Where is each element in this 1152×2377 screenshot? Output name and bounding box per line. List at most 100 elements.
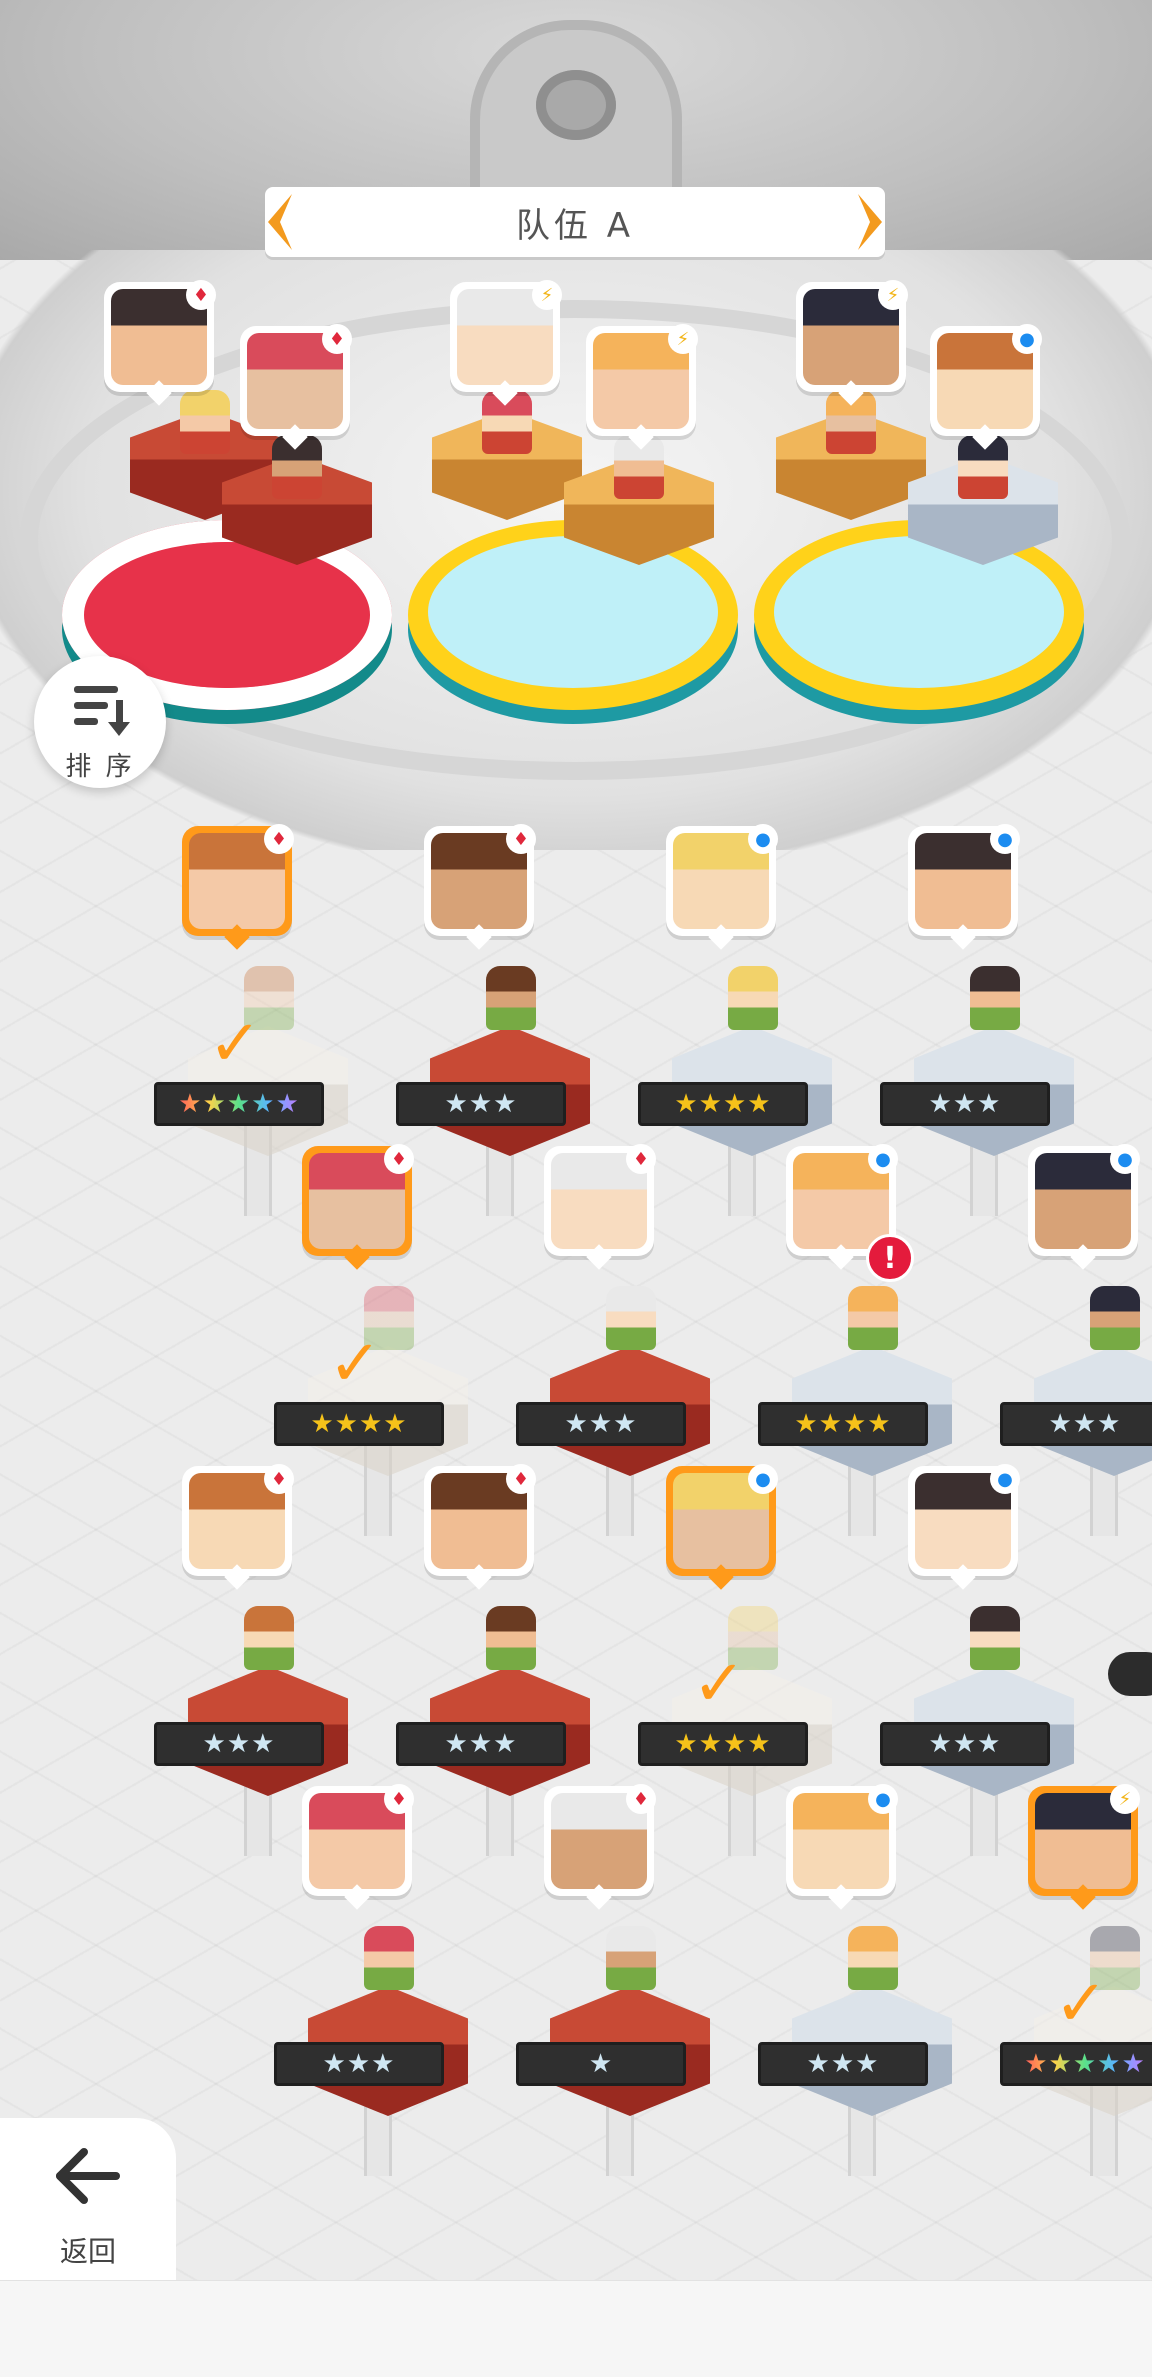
star-rating-value: ★★★★ [674,1729,772,1759]
light-element-icon: ⚡ [532,280,562,310]
selected-check-icon: ✓ [208,1007,262,1081]
fire-element-icon: ♦ [264,824,294,854]
team-next-button[interactable] [851,187,891,257]
star-rating: ★★★★★ [1000,2042,1152,2086]
roster-character [606,1286,656,1350]
roster-portrait[interactable]: ● [666,1464,778,1590]
sort-label: 排 序 [65,752,135,782]
arrow-left-icon [56,2148,120,2204]
water-element-icon: ● [990,1464,1020,1494]
team-slot-portrait[interactable]: ⚡ [450,280,562,406]
bottom-navigation-bar [0,2280,1152,2377]
team-slot-portrait[interactable]: ♦ [104,280,216,406]
fire-element-icon: ♦ [186,280,216,310]
chevron-right-icon [858,194,882,250]
team-platform-light [408,520,738,710]
roster-portrait[interactable]: ♦ [302,1144,414,1270]
star-rating-value: ★★★★ [674,1089,772,1119]
fire-element-icon: ♦ [322,324,352,354]
water-element-icon: ● [1012,324,1042,354]
team-slot-portrait[interactable]: ● [930,324,1042,450]
roster-portrait[interactable]: ● [908,824,1020,950]
star-rating-value: ★★★★ [794,1409,892,1439]
star-rating: ★★★ [516,1402,686,1446]
water-element-icon: ● [1110,1144,1140,1174]
back-label: 返回 [59,2235,116,2268]
water-element-icon: ● [868,1144,898,1174]
roster-character [486,966,536,1030]
fire-element-icon: ♦ [506,824,536,854]
light-element-icon: ⚡ [878,280,908,310]
roster-portrait[interactable]: ♦ [424,1464,536,1590]
roster-character [1090,1286,1140,1350]
roster-portrait[interactable]: ● [786,1784,898,1910]
light-element-icon: ⚡ [668,324,698,354]
star-rating-value: ★★★ [322,2049,396,2079]
star-rating: ★★★ [396,1722,566,1766]
star-rating: ★★★★ [274,1402,444,1446]
selected-check-icon: ✓ [692,1647,746,1721]
roster-portrait[interactable]: ● [1028,1144,1140,1270]
star-rating: ★ [516,2042,686,2086]
star-rating: ★★★ [274,2042,444,2086]
team-slot-character [180,390,230,454]
roster-portrait[interactable]: ♦ [544,1784,656,1910]
roster-character [244,1606,294,1670]
roster-portrait[interactable]: ♦ [302,1784,414,1910]
side-panel-tab[interactable] [1108,1652,1152,1696]
fire-element-icon: ♦ [384,1784,414,1814]
back-button[interactable]: 返回 [0,2118,176,2280]
fire-element-icon: ♦ [626,1144,656,1174]
roster-character [606,1926,656,1990]
roster-portrait[interactable]: ⚡ [1028,1784,1140,1910]
fire-element-icon: ♦ [506,1464,536,1494]
selected-check-icon: ✓ [328,1327,382,1401]
roster-character [364,1926,414,1990]
water-element-icon: ● [990,824,1020,854]
roster-portrait[interactable]: ♦ [182,1464,294,1590]
roster-character [486,1606,536,1670]
roster-portrait[interactable]: ● [908,1464,1020,1590]
star-rating-value: ★★★ [444,1729,518,1759]
star-rating-value: ★★★★★ [178,1089,300,1119]
light-element-icon: ⚡ [1110,1784,1140,1814]
star-rating-value: ★★★ [444,1089,518,1119]
selected-check-icon: ✓ [1054,1967,1108,2041]
water-element-icon: ● [748,824,778,854]
team-slot-portrait[interactable]: ♦ [240,324,352,450]
star-rating: ★★★★★ [154,1082,324,1126]
chevron-left-icon [268,194,292,250]
arena-arch [470,20,682,200]
star-rating: ★★★★ [638,1722,808,1766]
star-rating: ★★★ [880,1082,1050,1126]
star-rating: ★★★ [1000,1402,1152,1446]
team-slot-portrait[interactable]: ⚡ [796,280,908,406]
team-prev-button[interactable] [259,187,299,257]
roster-character [848,1926,898,1990]
roster-character [970,966,1020,1030]
alert-badge: ! [866,1234,914,1282]
fire-element-icon: ♦ [626,1784,656,1814]
star-rating: ★★★ [396,1082,566,1126]
roster-portrait[interactable]: ♦ [182,824,294,950]
roster-portrait[interactable]: ♦ [544,1144,656,1270]
star-rating: ★★★ [154,1722,324,1766]
fire-element-icon: ♦ [264,1464,294,1494]
team-title: 队伍 A [515,205,635,246]
star-rating-value: ★★★★ [310,1409,408,1439]
roster-character [848,1286,898,1350]
sort-button[interactable]: 排 序 [34,656,166,788]
star-rating-value: ★★★ [564,1409,638,1439]
team-platform-light-2 [754,520,1084,710]
star-rating-value: ★★★ [202,1729,276,1759]
roster-portrait[interactable]: ♦ [424,824,536,950]
roster-portrait[interactable]: ● [666,824,778,950]
star-rating: ★★★ [758,2042,928,2086]
sort-icon [74,686,130,736]
team-slot-portrait[interactable]: ⚡ [586,324,698,450]
star-rating-value: ★★★ [806,2049,880,2079]
water-element-icon: ● [868,1784,898,1814]
star-rating-value: ★★★ [928,1729,1002,1759]
star-rating-value: ★★★ [1048,1409,1122,1439]
fire-element-icon: ♦ [384,1144,414,1174]
